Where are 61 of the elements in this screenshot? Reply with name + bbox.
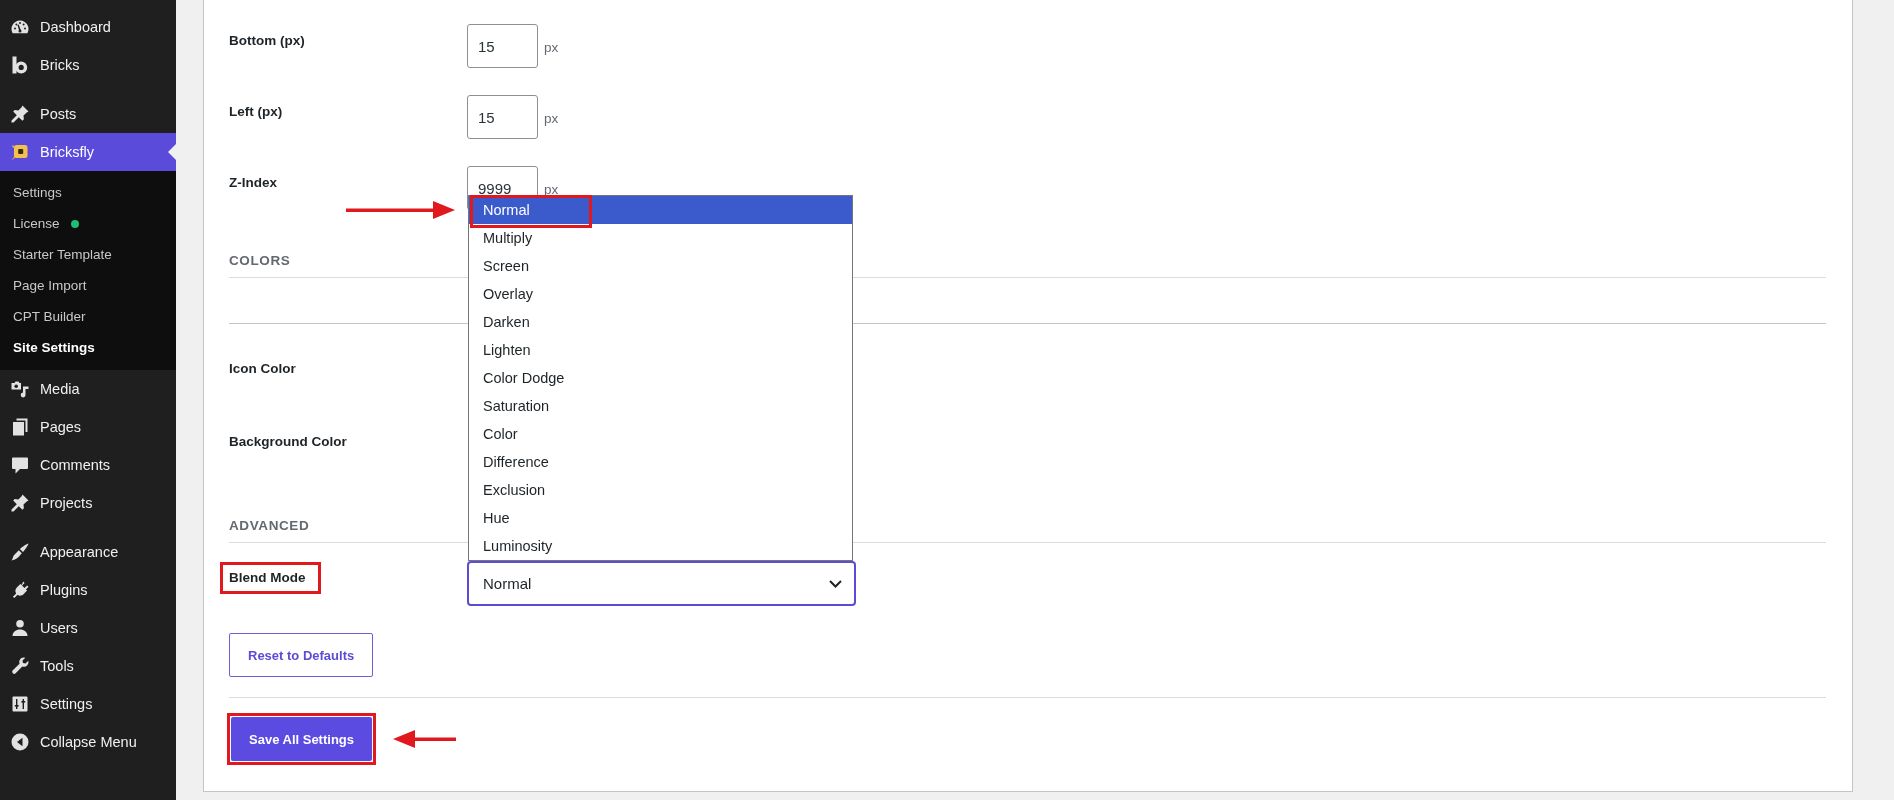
menu-item[interactable]: Comments [0, 446, 176, 484]
letter-b-icon [10, 55, 30, 75]
menu-item[interactable]: Users [0, 609, 176, 647]
camera-note-icon [10, 379, 30, 399]
number-field[interactable]: 15 [467, 24, 538, 68]
chevron-down-icon [829, 579, 842, 588]
tile-logo-icon [10, 142, 30, 162]
dropdown-option[interactable]: Saturation [469, 392, 852, 420]
number-field[interactable]: 15 [467, 95, 538, 139]
menu-item[interactable]: Posts [0, 95, 176, 133]
section-heading: COLORS [229, 253, 291, 268]
menu-item[interactable]: Settings [0, 685, 176, 723]
sliders-icon [10, 694, 30, 714]
person-icon [10, 618, 30, 638]
field-label: Z-Index [229, 174, 277, 192]
unit-label: px [544, 39, 559, 57]
reset-button[interactable]: Reset to Defaults [229, 633, 374, 677]
dropdown-option[interactable]: Lighten [469, 336, 852, 364]
submenu-item[interactable]: Settings [0, 177, 176, 208]
paintbrush-icon [10, 542, 30, 562]
menu-item[interactable]: Tools [0, 647, 176, 685]
section-heading: ADVANCED [229, 518, 310, 533]
unit-label: px [544, 181, 559, 199]
pushpin-icon [10, 104, 30, 124]
dropdown-option[interactable]: Overlay [469, 280, 852, 308]
dropdown-option[interactable]: Luminosity [469, 532, 852, 560]
dropdown-option[interactable]: Difference [469, 448, 852, 476]
dropdown-option[interactable]: Color Dodge [469, 364, 852, 392]
menu-item[interactable]: Bricks [0, 46, 176, 84]
field-label: Blend Mode [229, 569, 306, 587]
wrench-icon [10, 656, 30, 676]
menu-item[interactable]: Media [0, 370, 176, 408]
menu-item[interactable]: Dashboard [0, 8, 176, 46]
submenu-item[interactable]: Starter Template [0, 239, 176, 270]
field-label: Left (px) [229, 103, 283, 121]
select-field[interactable]: Normal [467, 561, 856, 606]
field-label: Icon Color [229, 360, 296, 378]
field-label: Bottom (px) [229, 32, 305, 50]
plug-icon [10, 580, 30, 600]
submenu-item[interactable]: Site Settings [0, 332, 176, 363]
pushpin-icon [10, 493, 30, 513]
dropdown-option[interactable]: Exclusion [469, 476, 852, 504]
menu-item[interactable]: Pages [0, 408, 176, 446]
dropdown-option[interactable]: Hue [469, 504, 852, 532]
submenu-item[interactable]: CPT Builder [0, 301, 176, 332]
dropdown-option[interactable]: Darken [469, 308, 852, 336]
speech-bubble-icon [10, 455, 30, 475]
submenu-item[interactable]: Page Import [0, 270, 176, 301]
menu-item[interactable]: Appearance [0, 533, 176, 571]
dropdown-option[interactable]: Color [469, 420, 852, 448]
menu-item[interactable]: Projects [0, 484, 176, 522]
field-label: Background Color [229, 433, 347, 451]
dropdown-option[interactable]: Multiply [469, 224, 852, 252]
save-button[interactable]: Save All Settings [231, 717, 372, 761]
submenu-item[interactable]: License [0, 208, 176, 239]
menu-item[interactable]: Plugins [0, 571, 176, 609]
menu-item[interactable]: Bricksfly [0, 133, 176, 171]
stacked-pages-icon [10, 417, 30, 437]
unit-label: px [544, 110, 559, 128]
menu-item[interactable]: Collapse Menu [0, 723, 176, 761]
dropdown-option[interactable]: Screen [469, 252, 852, 280]
